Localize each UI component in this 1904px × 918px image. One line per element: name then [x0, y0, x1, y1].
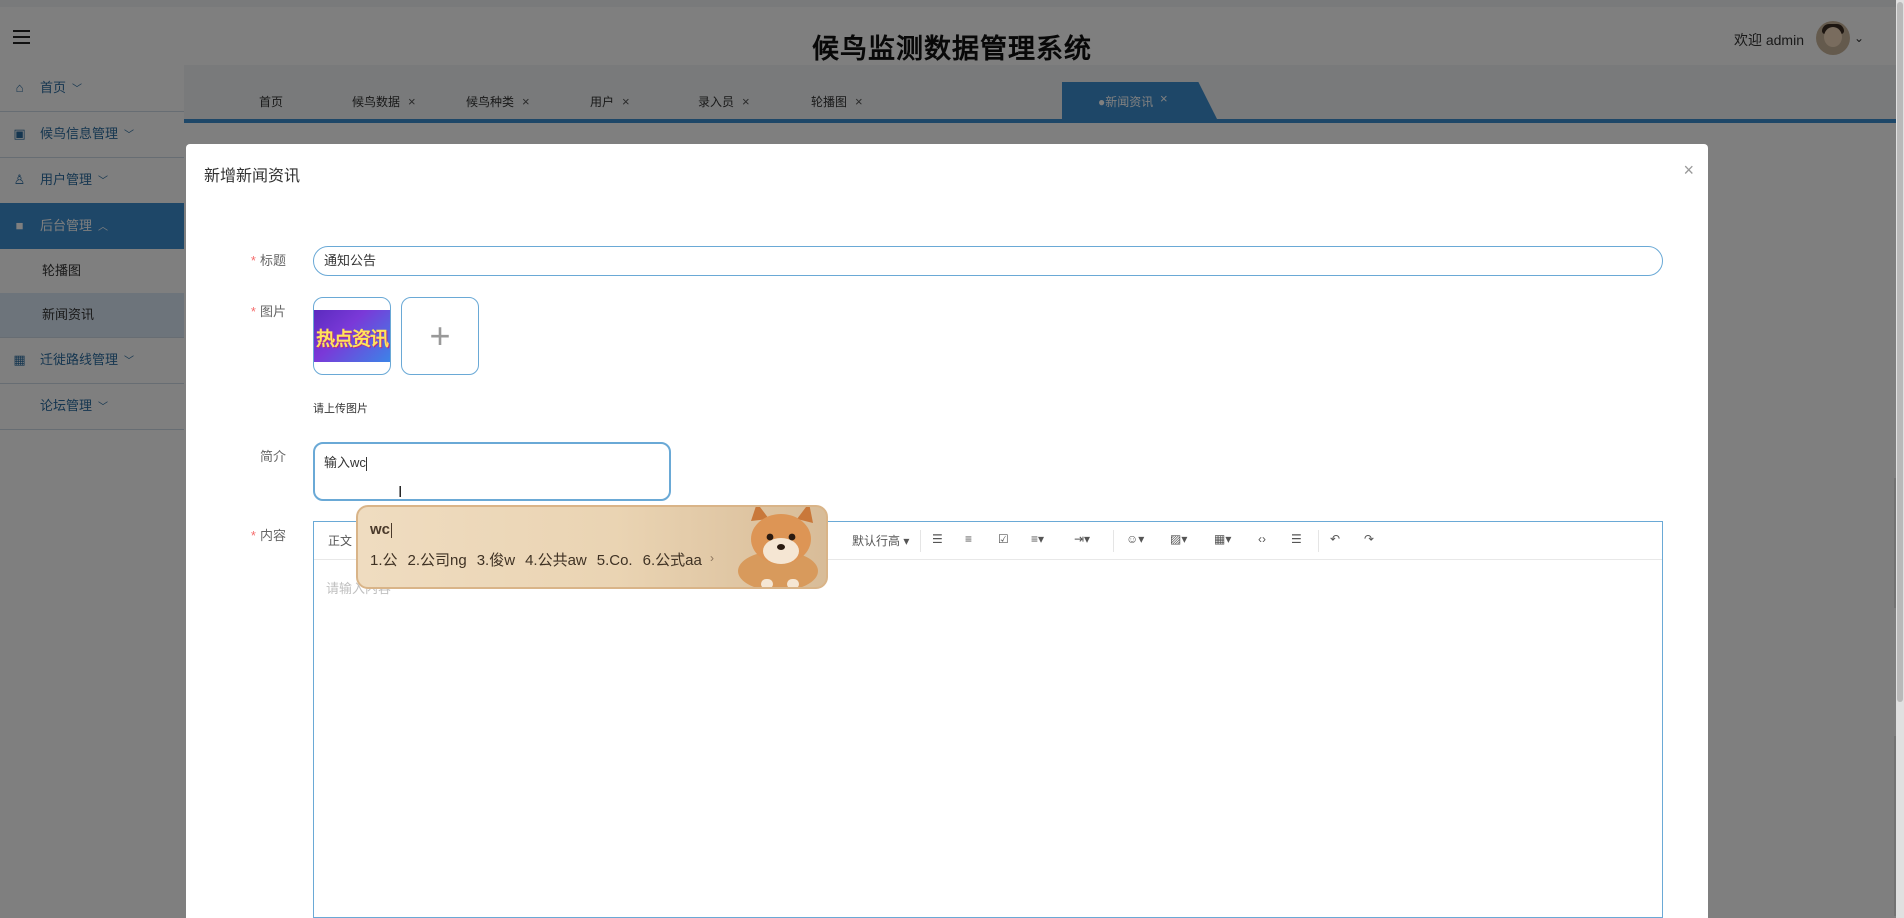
ime-candidate-list: 1.公 2.公司ng 3.俊w 4.公共aw 5.Co. 6.公式aa: [370, 549, 712, 570]
table-icon[interactable]: ▦▾: [1214, 532, 1231, 546]
redo-icon[interactable]: ↷: [1364, 532, 1374, 546]
image-label: * 图片: [250, 304, 286, 319]
ime-candidate[interactable]: 3.俊w: [477, 552, 515, 569]
checklist-icon[interactable]: ☑: [998, 532, 1009, 546]
ime-composition: wc: [370, 521, 393, 538]
emoji-icon[interactable]: ☺▾: [1126, 532, 1144, 546]
intro-textarea[interactable]: 输入wc: [313, 442, 671, 501]
image-upload-button[interactable]: +: [401, 297, 479, 375]
text-cursor-icon: I: [398, 484, 403, 501]
chevron-right-icon[interactable]: ›: [710, 551, 714, 565]
shiba-dog-image: [738, 507, 818, 587]
ime-candidate[interactable]: 1.公: [370, 552, 398, 569]
ime-candidate[interactable]: 2.公司ng: [408, 552, 467, 569]
bullet-list-icon[interactable]: ☰: [932, 532, 943, 546]
paragraph-select[interactable]: 正文: [328, 532, 352, 549]
title-input[interactable]: 通知公告: [313, 246, 1663, 276]
title-label: * 标题: [250, 253, 286, 268]
code-icon[interactable]: ‹›: [1258, 532, 1266, 546]
line-height-select[interactable]: 默认行高 ▾: [852, 532, 909, 549]
thumbnail-text: 热点资讯: [316, 329, 389, 350]
ime-candidate[interactable]: 4.公共aw: [525, 552, 587, 569]
ime-candidate-window: wc 1.公 2.公司ng 3.俊w 4.公共aw 5.Co. 6.公式aa ›: [356, 505, 828, 589]
upload-hint: 请上传图片: [313, 403, 368, 415]
content-label: * 内容: [250, 528, 286, 543]
undo-icon[interactable]: ↶: [1330, 532, 1340, 546]
close-icon[interactable]: ×: [1683, 160, 1694, 181]
align-icon[interactable]: ≡▾: [1031, 532, 1044, 546]
plus-icon: +: [429, 315, 451, 356]
image-icon[interactable]: ▨▾: [1170, 532, 1187, 546]
ime-candidate[interactable]: 5.Co.: [597, 552, 633, 569]
dialog-title: 新增新闻资讯: [204, 168, 301, 185]
ime-candidate[interactable]: 6.公式aa: [643, 552, 702, 569]
scrollbar-thumb[interactable]: [1897, 2, 1903, 702]
indent-icon[interactable]: ⇥▾: [1074, 532, 1090, 546]
uploaded-image-thumbnail[interactable]: 热点资讯: [313, 297, 391, 375]
numbered-list-icon[interactable]: ≡: [965, 532, 972, 546]
intro-label: 简介: [259, 449, 286, 464]
divider-icon[interactable]: ☰: [1291, 532, 1302, 546]
